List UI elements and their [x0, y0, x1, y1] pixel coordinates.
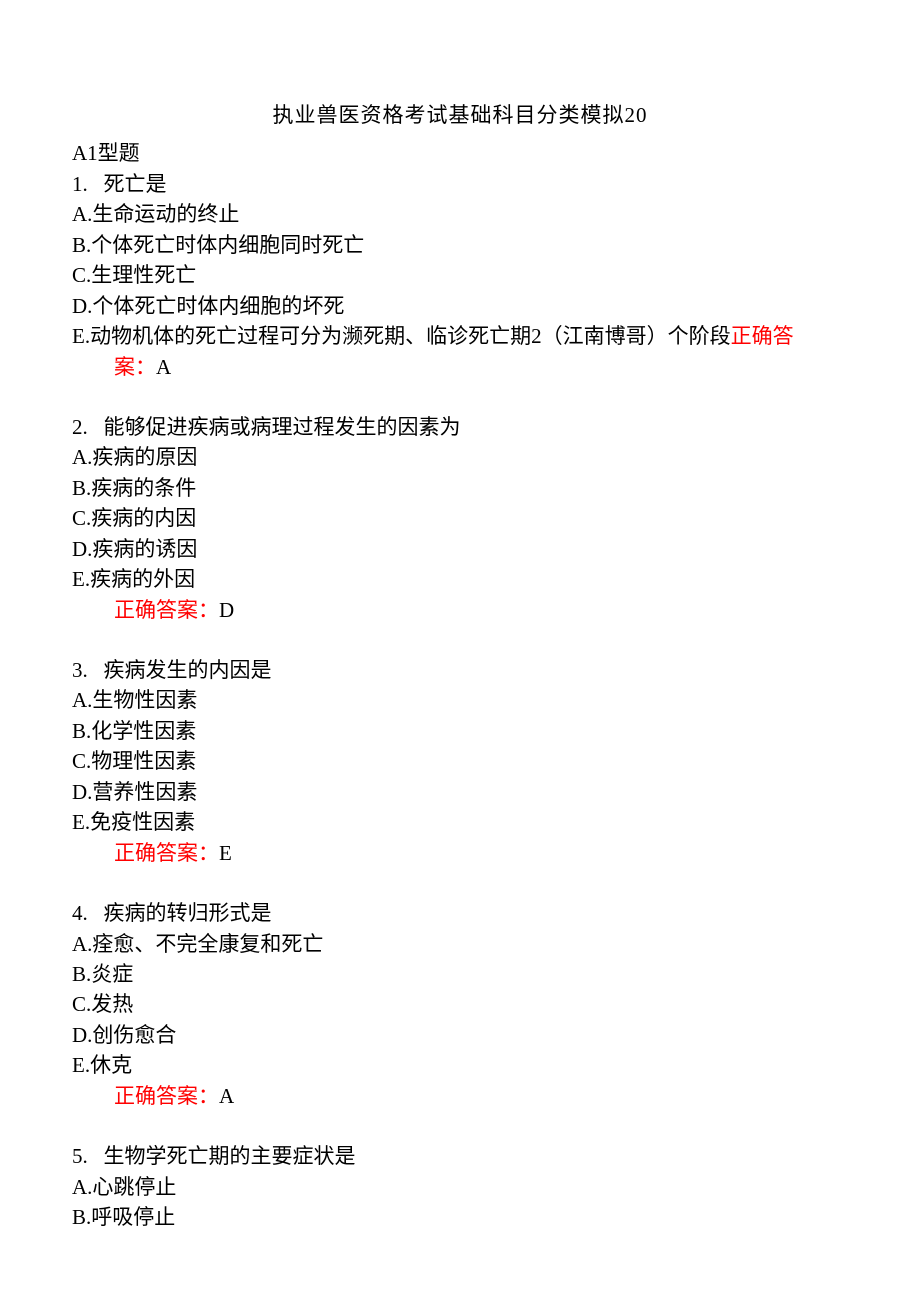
option-b: B.个体死亡时体内细胞同时死亡 — [72, 230, 848, 260]
question-text: 生物学死亡期的主要症状是 — [104, 1144, 356, 1168]
option-b: B.呼吸停止 — [72, 1202, 848, 1232]
answer-value: A — [156, 355, 171, 379]
option-a: A.痊愈、不完全康复和死亡 — [72, 929, 848, 959]
option-c: C.生理性死亡 — [72, 260, 848, 290]
answer-line: 正确答案：D — [72, 595, 848, 625]
question-stem: 2. 能够促进疾病或病理过程发生的因素为 — [72, 412, 848, 442]
answer-label: 正确答案： — [114, 841, 219, 865]
question-text: 能够促进疾病或病理过程发生的因素为 — [104, 415, 461, 439]
option-d: D.个体死亡时体内细胞的坏死 — [72, 291, 848, 321]
option-c: C.物理性因素 — [72, 746, 848, 776]
question-number: 4. — [72, 901, 88, 925]
option-e: E.疾病的外因 — [72, 564, 848, 594]
answer-value: A — [219, 1084, 234, 1108]
option-e: E.休克 — [72, 1050, 848, 1080]
answer-label: 正确答案： — [114, 598, 219, 622]
answer-line: 案：A — [72, 352, 848, 382]
question-stem: 4. 疾病的转归形式是 — [72, 898, 848, 928]
option-e: E.免疫性因素 — [72, 807, 848, 837]
answer-value: E — [219, 841, 232, 865]
option-d: D.创伤愈合 — [72, 1020, 848, 1050]
option-d: D.营养性因素 — [72, 777, 848, 807]
question-stem: 5. 生物学死亡期的主要症状是 — [72, 1141, 848, 1171]
answer-label-inline: 正确答 — [731, 324, 794, 348]
question-text: 死亡是 — [104, 172, 167, 196]
section-header: A1型题 — [72, 138, 848, 168]
question-number: 5. — [72, 1144, 88, 1168]
question-number: 1. — [72, 172, 88, 196]
option-a: A.生命运动的终止 — [72, 199, 848, 229]
answer-line: 正确答案：E — [72, 838, 848, 868]
option-a: A.生物性因素 — [72, 685, 848, 715]
answer-label: 正确答案： — [114, 1084, 219, 1108]
option-a: A.疾病的原因 — [72, 442, 848, 472]
question-3: 3. 疾病发生的内因是 A.生物性因素 B.化学性因素 C.物理性因素 D.营养… — [72, 655, 848, 868]
question-number: 3. — [72, 658, 88, 682]
question-2: 2. 能够促进疾病或病理过程发生的因素为 A.疾病的原因 B.疾病的条件 C.疾… — [72, 412, 848, 625]
answer-value: D — [219, 598, 234, 622]
option-d: D.疾病的诱因 — [72, 534, 848, 564]
question-number: 2. — [72, 415, 88, 439]
question-1: 1. 死亡是 A.生命运动的终止 B.个体死亡时体内细胞同时死亡 C.生理性死亡… — [72, 169, 848, 382]
option-c: C.发热 — [72, 989, 848, 1019]
question-stem: 3. 疾病发生的内因是 — [72, 655, 848, 685]
option-e-with-answer: E.动物机体的死亡过程可分为濒死期、临诊死亡期2（江南博哥）个阶段正确答 — [72, 321, 848, 351]
option-b: B.化学性因素 — [72, 716, 848, 746]
question-text: 疾病的转归形式是 — [104, 901, 272, 925]
option-e-text: E.动物机体的死亡过程可分为濒死期、临诊死亡期2（江南博哥）个阶段 — [72, 324, 731, 348]
question-5: 5. 生物学死亡期的主要症状是 A.心跳停止 B.呼吸停止 — [72, 1141, 848, 1232]
option-b: B.炎症 — [72, 959, 848, 989]
document-title: 执业兽医资格考试基础科目分类模拟20 — [72, 100, 848, 130]
question-4: 4. 疾病的转归形式是 A.痊愈、不完全康复和死亡 B.炎症 C.发热 D.创伤… — [72, 898, 848, 1111]
answer-label-wrap: 案： — [114, 355, 156, 379]
option-b: B.疾病的条件 — [72, 473, 848, 503]
answer-line: 正确答案：A — [72, 1081, 848, 1111]
question-text: 疾病发生的内因是 — [104, 658, 272, 682]
option-c: C.疾病的内因 — [72, 503, 848, 533]
question-stem: 1. 死亡是 — [72, 169, 848, 199]
option-a: A.心跳停止 — [72, 1172, 848, 1202]
